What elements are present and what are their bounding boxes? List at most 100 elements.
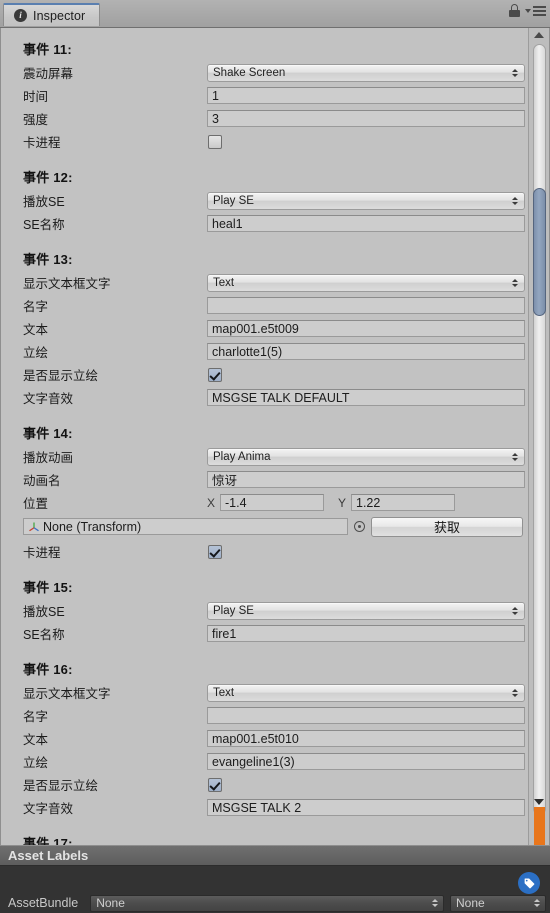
- text-input[interactable]: fire1: [207, 625, 525, 642]
- property-row: 强度 3: [1, 109, 529, 128]
- property-field: 1: [207, 87, 529, 104]
- chevron-updown-icon: [512, 606, 518, 615]
- get-transform-button-label: 获取: [433, 520, 460, 535]
- property-field: Text: [207, 683, 529, 702]
- dropdown-value: Text: [213, 276, 235, 289]
- property-row: 播放SE Play SE: [1, 601, 529, 620]
- checkbox-toggle[interactable]: [208, 777, 222, 792]
- property-label: 立绘: [23, 756, 49, 770]
- checkbox-toggle[interactable]: [208, 134, 222, 149]
- text-input[interactable]: [207, 707, 525, 724]
- tab-bar: i Inspector: [0, 0, 550, 28]
- property-row: 是否显示立绘: [1, 775, 529, 794]
- text-input[interactable]: [207, 297, 525, 314]
- tag-icon[interactable]: [518, 872, 540, 894]
- lock-icon[interactable]: [509, 4, 520, 17]
- dropdown-显示文本框文字[interactable]: Text: [207, 683, 525, 702]
- property-row: 显示文本框文字 Text: [1, 683, 529, 702]
- asset-labels-body: AssetBundle None None: [0, 866, 550, 913]
- text-input[interactable]: MSGSE TALK 2: [207, 799, 525, 816]
- dropdown-震动屏幕[interactable]: Shake Screen: [207, 63, 525, 82]
- scroll-down-arrow-icon[interactable]: [534, 799, 544, 805]
- property-label: SE名称: [23, 218, 65, 232]
- chevron-updown-icon: [512, 196, 518, 205]
- dropdown-播放SE[interactable]: Play SE: [207, 601, 525, 620]
- object-picker-icon[interactable]: [354, 521, 365, 532]
- property-label: 是否显示立绘: [23, 779, 99, 793]
- property-field: Text: [207, 273, 529, 292]
- property-field: Play SE: [207, 601, 529, 620]
- asset-labels-header[interactable]: Asset Labels: [0, 845, 550, 866]
- text-input[interactable]: 惊讶: [207, 471, 525, 488]
- position-x-input[interactable]: -1.4: [220, 494, 324, 511]
- hamburger-menu-icon[interactable]: [525, 5, 546, 16]
- property-field: [207, 707, 529, 724]
- chevron-updown-icon: [512, 68, 518, 77]
- property-label: 播放SE: [23, 195, 65, 209]
- vertical-scrollbar[interactable]: [528, 28, 549, 845]
- event-group: 事件 14: 播放动画 Play Anima 动画名 惊讶 位置 X -1.4 Y 1.22 Non…: [1, 420, 529, 574]
- event-group: 事件 11: 震动屏幕 Shake Screen 时间 1 强度 3 卡进程: [1, 36, 529, 164]
- text-input[interactable]: evangeline1(3): [207, 753, 525, 770]
- dropdown-value: Shake Screen: [213, 66, 286, 79]
- text-input[interactable]: MSGSE TALK DEFAULT: [207, 389, 525, 406]
- property-label: 播放动画: [23, 451, 74, 465]
- property-label: 文本: [23, 323, 49, 337]
- property-label: 显示文本框文字: [23, 277, 111, 291]
- property-label: 震动屏幕: [23, 67, 74, 81]
- dropdown-播放动画[interactable]: Play Anima: [207, 447, 525, 466]
- scroll-up-arrow-icon[interactable]: [534, 32, 544, 38]
- transform-object-field[interactable]: None (Transform): [23, 518, 348, 535]
- dropdown-播放SE[interactable]: Play SE: [207, 191, 525, 210]
- property-label: 文字音效: [23, 392, 74, 406]
- assetbundle-dropdown-value: None: [96, 896, 125, 910]
- event-group: 事件 13: 显示文本框文字 Text 名字 文本 map001.e5t009 立绘 char…: [1, 246, 529, 420]
- dropdown-value: Play Anima: [213, 450, 271, 463]
- text-input[interactable]: 3: [207, 110, 525, 127]
- text-input[interactable]: charlotte1(5): [207, 343, 525, 360]
- event-title: 事件 14:: [23, 426, 73, 441]
- property-label: 是否显示立绘: [23, 369, 99, 383]
- tab-inspector[interactable]: i Inspector: [3, 3, 101, 26]
- checkbox-toggle[interactable]: [208, 544, 222, 559]
- assetbundle-variant-value: None: [456, 896, 485, 910]
- property-row: SE名称 fire1: [1, 624, 529, 643]
- property-row: 文本 map001.e5t010: [1, 729, 529, 748]
- property-row: 卡进程: [1, 132, 529, 151]
- event-title: 事件 17:: [23, 836, 73, 845]
- text-input[interactable]: map001.e5t010: [207, 730, 525, 747]
- checkbox-toggle[interactable]: [208, 367, 222, 382]
- asset-labels-title: Asset Labels: [8, 848, 89, 863]
- assetbundle-variant-dropdown[interactable]: None: [450, 894, 546, 912]
- scrollbar-track[interactable]: [533, 44, 546, 815]
- property-row: 名字: [1, 296, 529, 315]
- property-label: 名字: [23, 300, 49, 314]
- property-field: fire1: [207, 625, 529, 642]
- assetbundle-dropdown[interactable]: None: [90, 894, 444, 912]
- property-row: 时间 1: [1, 86, 529, 105]
- scrollbar-thumb[interactable]: [533, 188, 546, 316]
- property-row: 显示文本框文字 Text: [1, 273, 529, 292]
- dropdown-显示文本框文字[interactable]: Text: [207, 273, 525, 292]
- property-field: Play SE: [207, 191, 529, 210]
- assetbundle-label: AssetBundle: [8, 896, 79, 910]
- tab-inspector-label: Inspector: [33, 8, 86, 23]
- property-label: 显示文本框文字: [23, 687, 111, 701]
- object-field-row: None (Transform) 获取: [1, 516, 529, 537]
- text-input[interactable]: 1: [207, 87, 525, 104]
- property-field: X -1.4 Y 1.22: [207, 494, 529, 511]
- get-transform-button[interactable]: 获取: [371, 516, 523, 537]
- text-input[interactable]: heal1: [207, 215, 525, 232]
- property-field: Play Anima: [207, 447, 529, 466]
- property-field: heal1: [207, 215, 529, 232]
- chevron-updown-icon: [512, 278, 518, 287]
- position-y-input[interactable]: 1.22: [351, 494, 455, 511]
- property-label: 名字: [23, 710, 49, 724]
- property-row: 文字音效 MSGSE TALK DEFAULT: [1, 388, 529, 407]
- info-icon: i: [14, 9, 27, 22]
- text-input[interactable]: map001.e5t009: [207, 320, 525, 337]
